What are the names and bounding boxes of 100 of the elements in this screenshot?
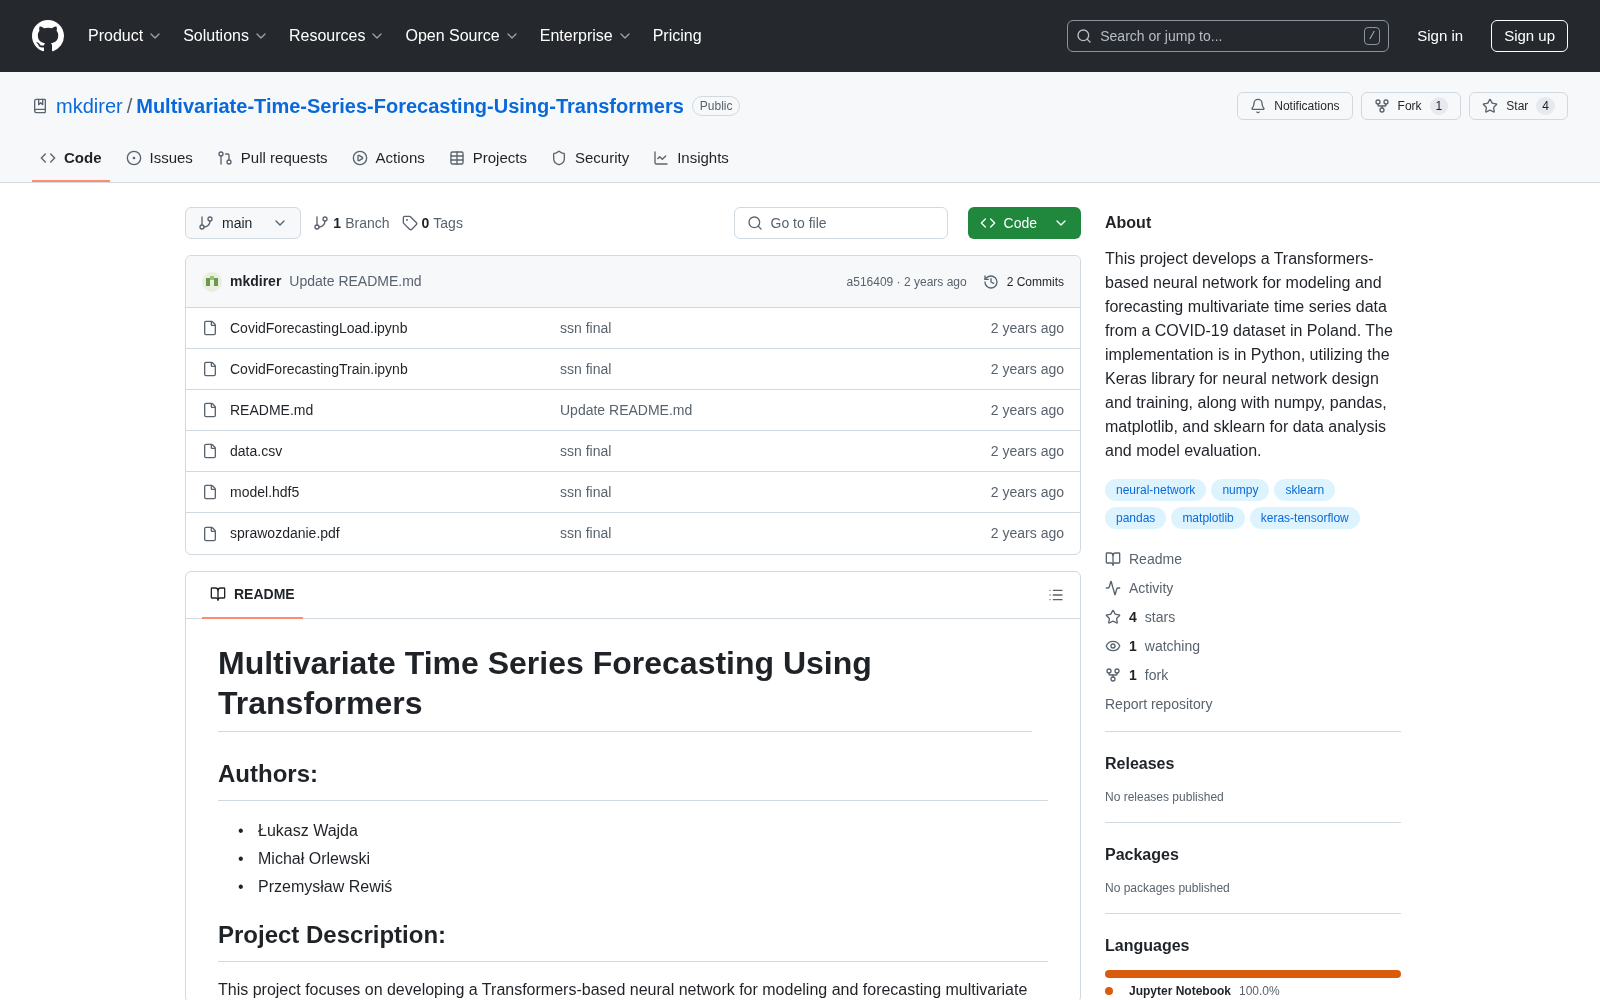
file-link[interactable]: CovidForecastingLoad.ipynb xyxy=(230,317,560,339)
play-icon xyxy=(351,150,368,166)
nav-menu[interactable]: Resources xyxy=(288,24,386,48)
topic-tag[interactable]: pandas xyxy=(1105,507,1167,529)
repo-tab[interactable]: Pull requests xyxy=(208,136,336,182)
pulse-icon xyxy=(1105,580,1121,596)
about-link[interactable]: 1 fork xyxy=(1105,665,1401,685)
file-link[interactable]: sprawozdanie.pdf xyxy=(230,523,560,544)
file-link[interactable]: CovidForecastingTrain.ipynb xyxy=(230,358,560,380)
file-link[interactable]: README.md xyxy=(230,399,560,421)
commit-author[interactable]: mkdirer xyxy=(230,271,282,292)
about-link[interactable]: 1 watching xyxy=(1105,636,1401,656)
about-link[interactable]: Activity xyxy=(1105,578,1401,598)
commits-link[interactable]: 2 Commits xyxy=(982,272,1064,291)
empty-note: No releases published xyxy=(1105,789,1225,806)
tag-icon xyxy=(401,215,418,231)
owner-link[interactable]: mkdirer xyxy=(56,91,123,121)
language-percent: 100.0% xyxy=(1239,984,1280,998)
bell-icon xyxy=(1250,98,1267,114)
file-commit-message[interactable]: Update README.md xyxy=(560,399,693,421)
nav-menu[interactable]: Enterprise xyxy=(539,24,633,48)
counter: 1 xyxy=(1429,97,1449,115)
about-link[interactable]: 4 stars xyxy=(1105,607,1401,627)
file-link[interactable]: model.hdf5 xyxy=(230,481,560,503)
nav-menu[interactable]: Product xyxy=(88,24,164,48)
outline-icon[interactable] xyxy=(1048,587,1064,603)
file-commit-message[interactable]: ssn final xyxy=(560,358,612,380)
repo-tab[interactable]: Projects xyxy=(440,136,535,182)
file-time: 2 years ago xyxy=(990,482,1064,502)
tags-link[interactable]: 0 Tags xyxy=(401,212,463,234)
report-link[interactable]: Report repository xyxy=(1105,694,1401,715)
repo-tab[interactable]: Actions xyxy=(343,136,433,182)
sign-in-link[interactable]: Sign in xyxy=(1409,24,1472,48)
star-icon xyxy=(1482,98,1499,114)
file-link[interactable]: data.csv xyxy=(230,440,560,462)
branch-selector[interactable]: main xyxy=(185,207,302,239)
file-icon xyxy=(202,525,218,542)
language-name[interactable]: Jupyter Notebook xyxy=(1129,984,1231,998)
circle-dot-icon xyxy=(125,150,142,166)
file-icon xyxy=(202,320,218,336)
search-icon xyxy=(1076,28,1093,44)
repo-tab[interactable]: Code xyxy=(32,136,110,182)
nav-menu[interactable]: Solutions xyxy=(183,24,269,48)
sign-up-button[interactable]: Sign up xyxy=(1491,20,1568,52)
file-time: 2 years ago xyxy=(990,359,1064,379)
topic-tag[interactable]: sklearn xyxy=(1274,479,1336,501)
section-heading: Packages xyxy=(1105,845,1180,865)
topic-tag[interactable]: neural-network xyxy=(1105,479,1207,501)
file-commit-message[interactable]: ssn final xyxy=(560,481,612,503)
readme-title: Multivariate Time Series Forecasting Using Transformers xyxy=(218,643,1032,732)
nav-menu[interactable]: Open Source xyxy=(405,24,520,48)
readme-heading: Authors: xyxy=(218,756,1048,801)
repo-name-link[interactable]: Multivariate-Time-Series-Forecasting-Using-Transformers xyxy=(136,91,684,121)
code-icon xyxy=(979,215,996,231)
file-commit-message[interactable]: ssn final xyxy=(560,523,612,544)
bullet: • xyxy=(238,849,245,869)
file-commit-message[interactable]: ssn final xyxy=(560,317,612,339)
topic-tag[interactable]: matplotlib xyxy=(1171,507,1245,529)
branches-link[interactable]: 1 Branch xyxy=(313,212,390,234)
branch-icon xyxy=(313,215,330,231)
file-time: 2 years ago xyxy=(990,524,1064,543)
code-icon xyxy=(40,150,56,166)
bullet: • xyxy=(238,821,245,841)
path-separator: / xyxy=(126,94,133,119)
star-button[interactable]: Star 4 xyxy=(1469,92,1568,120)
commit-message[interactable]: Update README.md xyxy=(289,271,422,292)
author-item: Łukasz Wajda xyxy=(258,821,358,841)
file-icon xyxy=(202,484,218,500)
about-heading: About xyxy=(1105,213,1153,233)
logo-icon[interactable] xyxy=(32,20,64,52)
topic-tag[interactable]: keras-tensorflow xyxy=(1249,507,1360,529)
avatar xyxy=(202,271,222,292)
code-button[interactable]: Code xyxy=(967,207,1081,239)
bullet: • xyxy=(238,877,245,897)
author-item: Michał Orlewski xyxy=(258,849,370,869)
topic-tag[interactable]: numpy xyxy=(1211,479,1270,501)
repo-icon xyxy=(32,98,48,114)
counter: 4 xyxy=(1536,97,1555,115)
book-icon xyxy=(1105,551,1121,567)
shortcut-key: / xyxy=(1363,27,1381,45)
nav-menu[interactable]: Pricing xyxy=(652,24,702,48)
book-icon xyxy=(210,586,226,602)
search-field[interactable]: Search or jump to... / xyxy=(1067,20,1390,52)
file-commit-message[interactable]: ssn final xyxy=(560,440,612,462)
graph-icon xyxy=(653,150,670,166)
readme-heading: Project Description: xyxy=(218,917,1048,962)
repo-tab[interactable]: Security xyxy=(542,136,638,182)
about-link[interactable]: Readme xyxy=(1105,549,1401,569)
search-icon xyxy=(746,215,763,231)
file-icon xyxy=(202,443,218,459)
fork-button[interactable]: Fork 1 xyxy=(1360,92,1462,120)
repo-tab[interactable]: Issues xyxy=(117,136,201,182)
pull-request-icon xyxy=(216,150,233,166)
repo-tab[interactable]: Insights xyxy=(645,136,737,182)
eye-icon xyxy=(1105,638,1121,654)
readme-tab[interactable]: README xyxy=(202,571,303,619)
star-icon xyxy=(1105,609,1121,625)
go-to-file-field[interactable]: Go to file xyxy=(733,207,948,239)
notifications-button[interactable]: Notifications xyxy=(1237,92,1353,120)
shield-icon xyxy=(550,150,567,166)
